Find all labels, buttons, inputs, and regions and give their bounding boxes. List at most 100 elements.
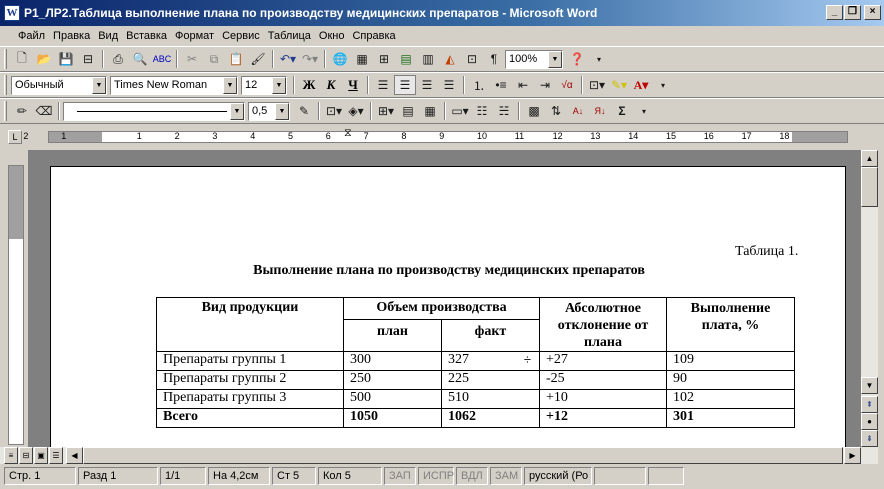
merge-cells-icon[interactable]: ▤	[397, 101, 419, 121]
header-product[interactable]: Вид продукции	[156, 297, 344, 352]
status-column[interactable]: Кол 5	[318, 467, 382, 485]
tables-borders-icon[interactable]: ▦	[351, 49, 373, 69]
status-language[interactable]: русский (Ро	[524, 467, 592, 485]
font-select[interactable]: Times New Roman ▼	[110, 75, 238, 95]
insert-table-icon-2[interactable]: ⊞▾	[375, 101, 397, 121]
cell-fact[interactable]: 510	[441, 389, 540, 409]
cell-plan[interactable]: 250	[343, 370, 442, 390]
minimize-button[interactable]: _	[826, 5, 843, 20]
align-right-icon[interactable]: ☰	[416, 75, 438, 95]
hscroll-thumb[interactable]	[83, 447, 843, 464]
columns-icon[interactable]: ▥	[417, 49, 439, 69]
total-percent[interactable]: 301	[666, 408, 795, 428]
paste-icon[interactable]: 📋	[225, 49, 247, 69]
show-hide-icon[interactable]: ¶	[483, 49, 505, 69]
word-app-icon[interactable]: W	[4, 5, 20, 21]
insert-excel-icon[interactable]: ▤	[395, 49, 417, 69]
text-direction-icon[interactable]: ⇅	[545, 101, 567, 121]
total-deviation[interactable]: +12	[539, 408, 667, 428]
status-pages[interactable]: 1/1	[160, 467, 206, 485]
menu-format[interactable]: Формат	[171, 30, 218, 42]
cell-product[interactable]: Препараты группы 3	[156, 389, 344, 409]
header-volume[interactable]: Объем производства	[343, 296, 540, 321]
phonetic-icon[interactable]: √α	[556, 75, 578, 95]
document-map-icon[interactable]: ⊡	[461, 49, 483, 69]
sort-descending-icon[interactable]: Я↓	[589, 101, 611, 121]
status-section[interactable]: Разд 1	[78, 467, 158, 485]
scroll-down-icon[interactable]: ▼	[861, 377, 878, 394]
cell-percent[interactable]: 90	[666, 370, 795, 390]
normal-view-icon[interactable]: ≡	[4, 447, 18, 464]
sort-ascending-icon[interactable]: А↓	[567, 101, 589, 121]
align-left-icon[interactable]: ☰	[372, 75, 394, 95]
line-style-select[interactable]: ▼	[63, 101, 245, 121]
new-document-icon[interactable]: 🗋	[11, 49, 33, 69]
cell-product[interactable]: Препараты группы 2	[156, 370, 344, 390]
total-plan[interactable]: 1050	[343, 408, 442, 428]
font-size-select[interactable]: 12 ▼	[241, 75, 287, 95]
font-color-icon[interactable]: A▾	[630, 75, 652, 95]
next-page-icon[interactable]: ⇟	[861, 430, 878, 447]
autosum-icon[interactable]: Σ	[611, 101, 633, 121]
underline-button[interactable]: Ч	[342, 75, 364, 95]
split-cells-icon[interactable]: ▦	[419, 101, 441, 121]
numbering-icon[interactable]: ⒈	[468, 75, 490, 95]
autoformat-icon[interactable]: ▩	[523, 101, 545, 121]
print-icon[interactable]: ⎙	[107, 49, 129, 69]
scroll-up-icon[interactable]: ▲	[861, 150, 878, 167]
restore-button[interactable]: ❐	[844, 5, 861, 20]
scroll-thumb[interactable]	[861, 167, 878, 207]
menu-edit[interactable]: Правка	[49, 30, 94, 42]
total-fact[interactable]: 1062	[441, 408, 540, 428]
cut-icon[interactable]: ✂	[181, 49, 203, 69]
eraser-icon[interactable]: ⌫	[33, 101, 55, 121]
align-cell-icon[interactable]: ▭▾	[449, 101, 471, 121]
status-spelling[interactable]	[594, 467, 646, 485]
menu-table[interactable]: Таблица	[264, 30, 315, 42]
status-line[interactable]: Ст 5	[272, 467, 316, 485]
print-layout-icon[interactable]: ▣	[34, 447, 48, 464]
cell-percent[interactable]: 109	[666, 351, 795, 371]
format-painter-icon[interactable]: 🖌	[247, 49, 269, 69]
indent-marker[interactable]: ⧖	[344, 128, 352, 139]
drawing-icon[interactable]: ◭	[439, 49, 461, 69]
border-select-icon[interactable]: ⊡▾	[323, 101, 345, 121]
cell-fact[interactable]: 327 ÷	[441, 351, 540, 371]
tab-selector[interactable]: L	[8, 130, 22, 144]
status-macro[interactable]	[648, 467, 684, 485]
close-button[interactable]: ×	[864, 5, 881, 20]
cell-product[interactable]: Препараты группы 1	[156, 351, 344, 371]
distribute-rows-icon[interactable]: ☷	[471, 101, 493, 121]
menu-window[interactable]: Окно	[315, 30, 349, 42]
undo-icon[interactable]: ↶▾	[277, 49, 299, 69]
shading-color-icon[interactable]: ◈▾	[345, 101, 367, 121]
cell-plan[interactable]: 300	[343, 351, 442, 371]
help-icon[interactable]: ❓	[566, 49, 588, 69]
header-fact[interactable]: факт	[441, 319, 540, 352]
cell-fact[interactable]: 225	[441, 370, 540, 390]
status-page[interactable]: Стр. 1	[4, 467, 76, 485]
menu-help[interactable]: Справка	[348, 30, 399, 42]
previous-page-icon[interactable]: ⇞	[861, 396, 878, 413]
menu-tools[interactable]: Сервис	[218, 30, 264, 42]
status-rec[interactable]: ЗАП	[384, 467, 416, 485]
status-track[interactable]: ИСПР	[418, 467, 454, 485]
header-plan[interactable]: план	[343, 319, 442, 352]
horizontal-scrollbar[interactable]: ≡ ⊟ ▣ ☰ ◀ ▶	[0, 447, 878, 464]
menu-file[interactable]: Файл	[14, 30, 49, 42]
status-extend[interactable]: ВДЛ	[456, 467, 488, 485]
toolbar-options-icon-2[interactable]: ▾	[652, 75, 674, 95]
line-weight-select[interactable]: 0,5 ▼	[248, 101, 290, 121]
scroll-left-icon[interactable]: ◀	[66, 447, 83, 464]
permission-icon[interactable]: ⊟	[77, 49, 99, 69]
vertical-ruler[interactable]	[8, 165, 24, 445]
copy-icon[interactable]: ⧉	[203, 49, 225, 69]
style-select[interactable]: Обычный ▼	[11, 75, 107, 95]
menu-view[interactable]: Вид	[94, 30, 122, 42]
toolbar-options-icon-3[interactable]: ▾	[633, 101, 655, 121]
draw-table-icon[interactable]: ✏	[11, 101, 33, 121]
header-abs-deviation[interactable]: Абсолютное отклонение от плана	[539, 297, 667, 352]
outline-view-icon[interactable]: ☰	[49, 447, 63, 464]
web-view-icon[interactable]: ⊟	[19, 447, 33, 464]
save-icon[interactable]: 💾	[55, 49, 77, 69]
